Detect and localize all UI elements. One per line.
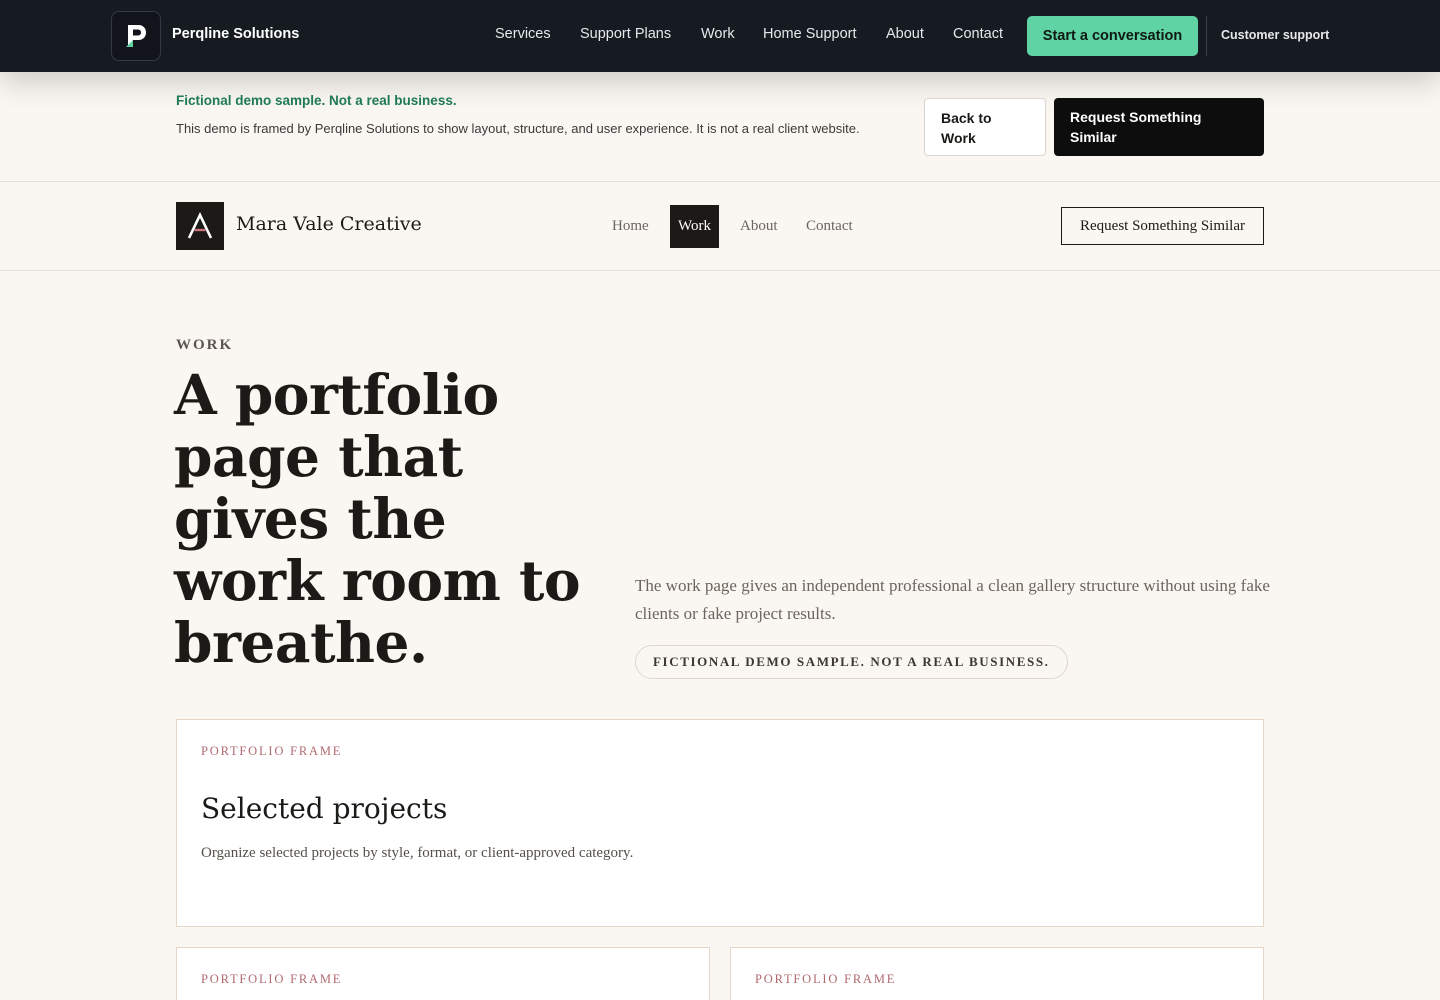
agency-topbar: Perqline Solutions Services Support Plan… [0, 0, 1440, 72]
header-divider [0, 270, 1440, 271]
topnav-home-support[interactable]: Home Support [763, 26, 857, 42]
portfolio-card-left: PORTFOLIO FRAME [176, 947, 710, 1000]
site-nav-home[interactable]: Home [612, 205, 649, 248]
hero-description: The work page gives an independent profe… [635, 576, 1270, 623]
start-conversation-button[interactable]: Start a conversation [1027, 16, 1198, 56]
topnav-work[interactable]: Work [701, 26, 735, 42]
mara-vale-logo-icon [187, 212, 213, 239]
hero-eyebrow: WORK [176, 337, 234, 353]
perqline-logo-icon [126, 25, 146, 47]
card-eyebrow: PORTFOLIO FRAME [201, 972, 343, 986]
demo-sample-badge: FICTIONAL DEMO SAMPLE. NOT A REAL BUSINE… [635, 645, 1068, 679]
topnav-about[interactable]: About [886, 26, 924, 42]
notice-divider [0, 181, 1440, 182]
site-name[interactable]: Mara Vale Creative [236, 213, 422, 235]
site-nav-work[interactable]: Work [670, 205, 719, 248]
card-title: Selected projects [201, 792, 448, 825]
site-logo[interactable] [176, 202, 224, 250]
topnav-services[interactable]: Services [495, 26, 551, 42]
card-eyebrow: PORTFOLIO FRAME [201, 744, 343, 758]
request-similar-button-outline[interactable]: Request Something Similar [1061, 207, 1264, 245]
card-description: Organize selected projects by style, for… [201, 845, 634, 861]
topnav-support-plans[interactable]: Support Plans [580, 26, 671, 42]
topnav-contact[interactable]: Contact [953, 26, 1003, 42]
topbar-divider [1206, 16, 1207, 56]
site-nav-about[interactable]: About [740, 205, 778, 248]
back-to-work-button[interactable]: Back to Work [924, 98, 1046, 156]
hero-title: A portfolio page that gives the work roo… [174, 362, 581, 675]
demo-notice-body: This demo is framed by Perqline Solution… [176, 121, 860, 136]
agency-brand-name[interactable]: Perqline Solutions [172, 26, 299, 42]
card-eyebrow: PORTFOLIO FRAME [755, 972, 897, 986]
request-similar-button-dark[interactable]: Request Something Similar [1054, 98, 1264, 156]
portfolio-card-selected-projects: PORTFOLIO FRAME Selected projects Organi… [176, 719, 1264, 927]
customer-support-link[interactable]: Customer support [1221, 28, 1329, 42]
portfolio-card-right: PORTFOLIO FRAME [730, 947, 1264, 1000]
demo-notice-title: Fictional demo sample. Not a real busine… [176, 93, 457, 108]
site-nav-contact[interactable]: Contact [806, 205, 853, 248]
agency-logo[interactable] [111, 11, 161, 61]
